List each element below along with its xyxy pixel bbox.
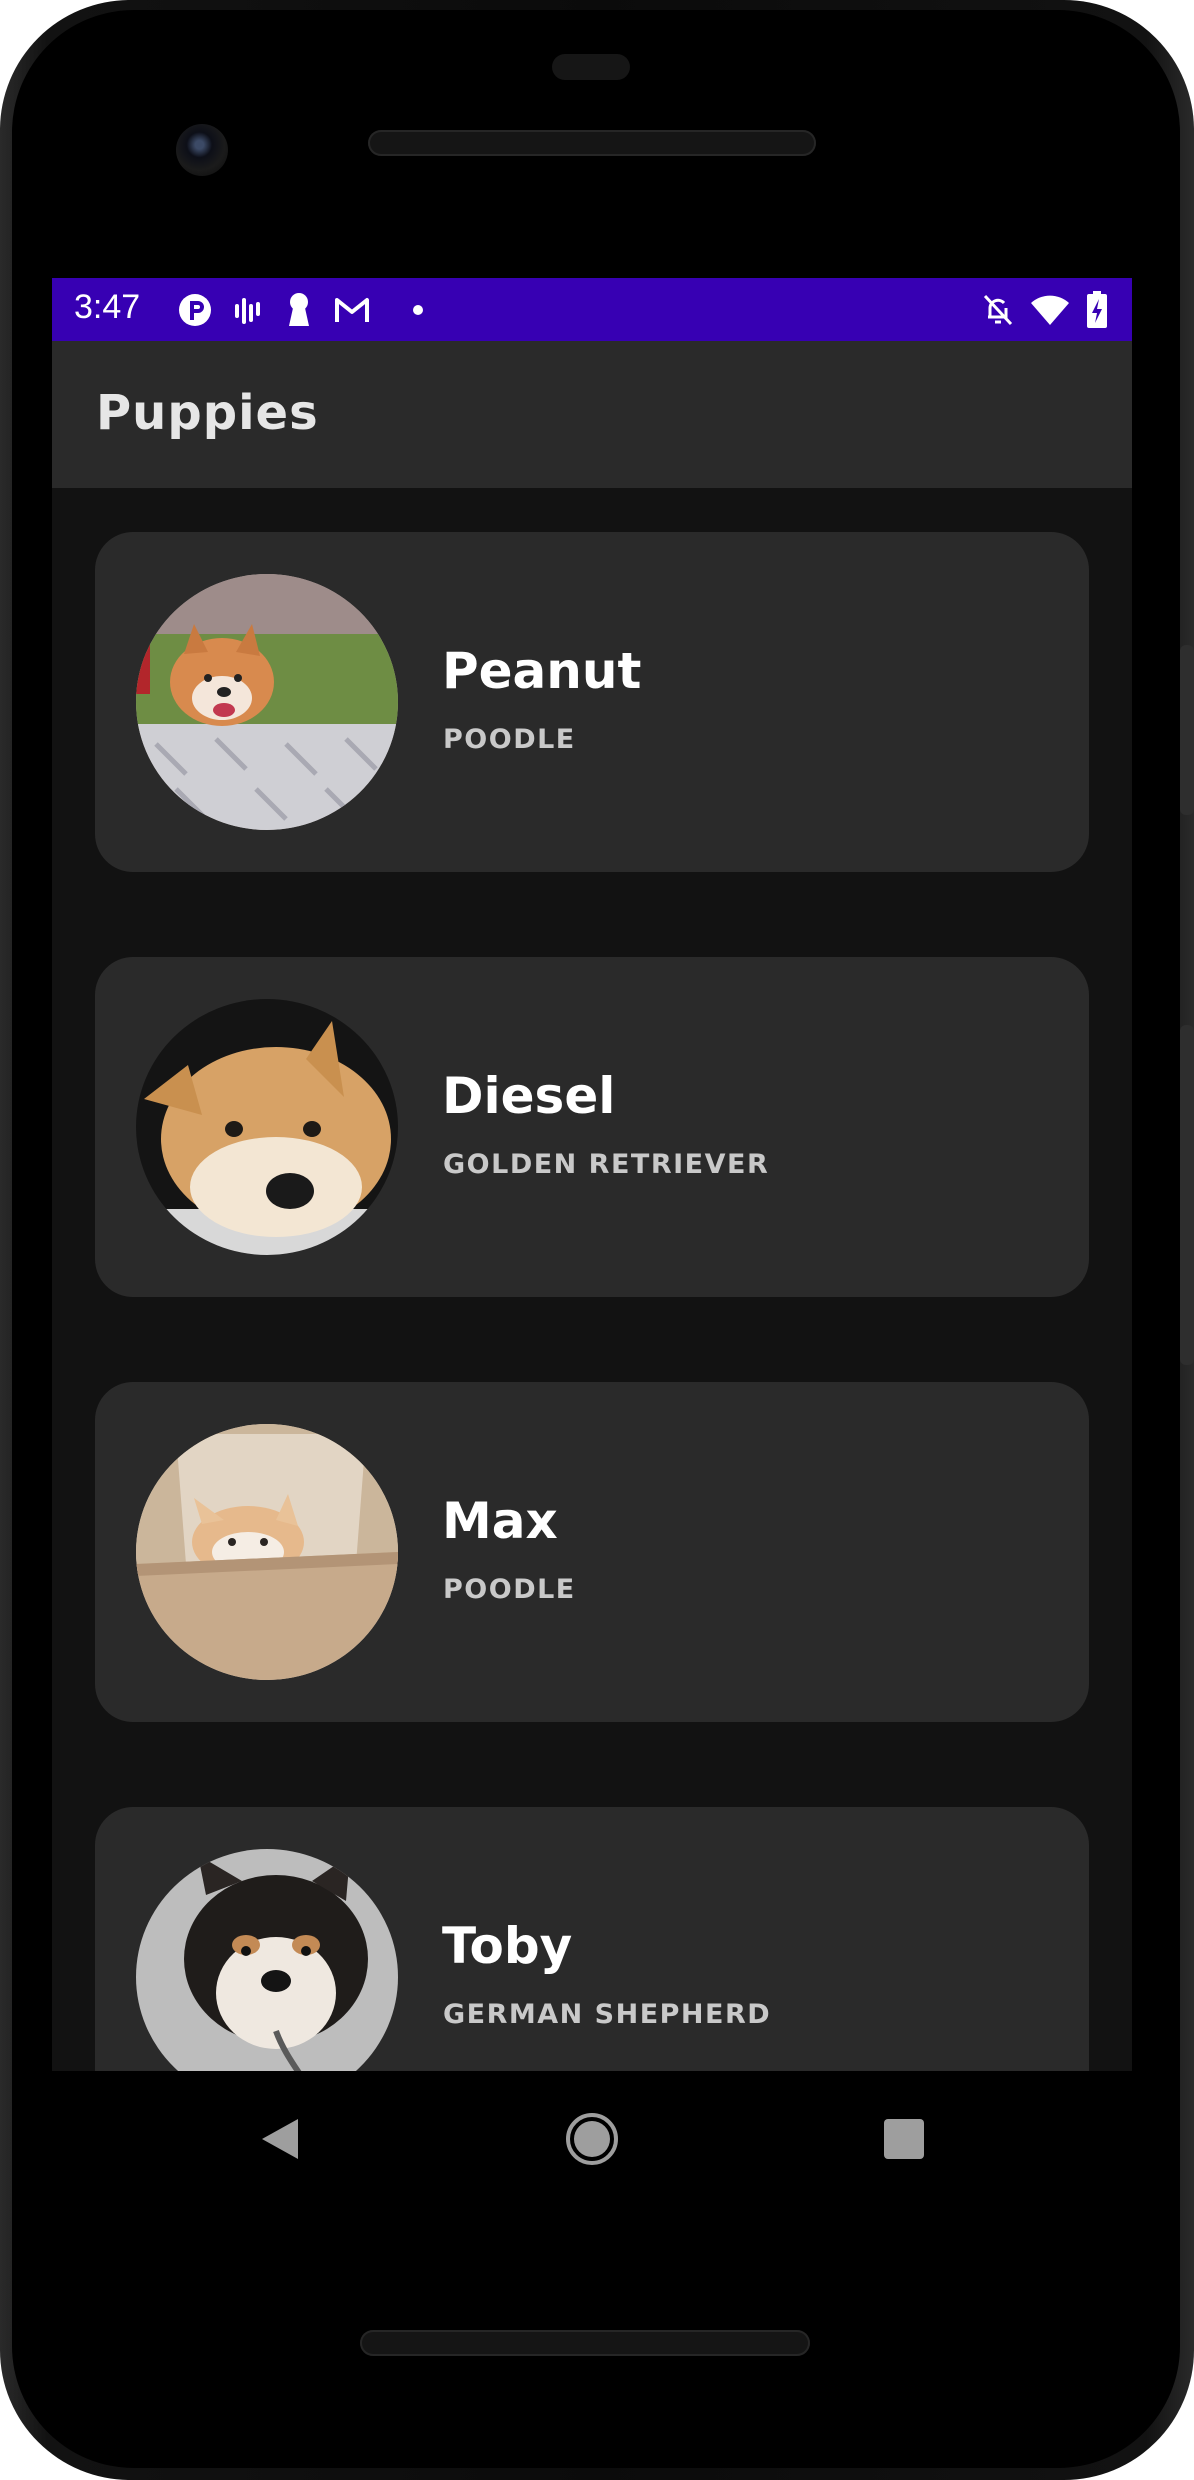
proximity-sensor [552, 54, 630, 80]
screen: 3:47 Puppies Peanut POODLE Diesel GOLDEN… [52, 278, 1132, 2071]
status-time: 3:47 [74, 288, 141, 326]
front-camera-icon [176, 124, 228, 176]
puppy-card[interactable]: Peanut POODLE [95, 532, 1089, 872]
home-icon[interactable] [562, 2109, 622, 2169]
puppy-card[interactable]: Toby GERMAN SHEPHERD [95, 1807, 1089, 2071]
wifi-icon [1028, 292, 1072, 328]
app-bar: Puppies [52, 341, 1132, 488]
page-title: Puppies [96, 385, 319, 441]
status-bar: 3:47 [52, 278, 1132, 341]
recents-icon[interactable] [874, 2109, 934, 2169]
puppy-card[interactable]: Max POODLE [95, 1382, 1089, 1722]
puppy-breed: GOLDEN RETRIEVER [443, 1149, 770, 1180]
battery-charging-icon [1084, 291, 1110, 328]
puppy-avatar-image [136, 999, 398, 1255]
earpiece-speaker [368, 130, 816, 156]
puppy-name: Max [442, 1492, 558, 1550]
puppy-avatar-image [136, 1849, 398, 2071]
puppy-breed: GERMAN SHEPHERD [443, 1999, 772, 2030]
p-icon [176, 292, 214, 328]
bell-off-icon [980, 292, 1016, 328]
puppy-breed: POODLE [443, 1574, 576, 1605]
bottom-speaker [360, 2330, 810, 2356]
navigation-bar [52, 2071, 1132, 2201]
gmail-icon [332, 292, 372, 328]
puppy-name: Diesel [442, 1067, 616, 1125]
puppy-name: Toby [442, 1917, 573, 1975]
phone-frame: 3:47 Puppies Peanut POODLE Diesel GOLDEN… [0, 0, 1194, 2480]
puppy-avatar-image [136, 574, 398, 830]
puppy-breed: POODLE [443, 724, 576, 755]
back-icon[interactable] [250, 2109, 310, 2169]
puppy-name: Peanut [442, 642, 642, 700]
bars-icon [232, 292, 266, 328]
volume-rocker [1180, 1025, 1194, 1365]
power-button [1180, 645, 1194, 815]
keyhole-icon [284, 292, 314, 328]
puppy-card[interactable]: Diesel GOLDEN RETRIEVER [95, 957, 1089, 1297]
puppy-avatar-image [136, 1424, 398, 1680]
dot-icon [412, 292, 424, 328]
